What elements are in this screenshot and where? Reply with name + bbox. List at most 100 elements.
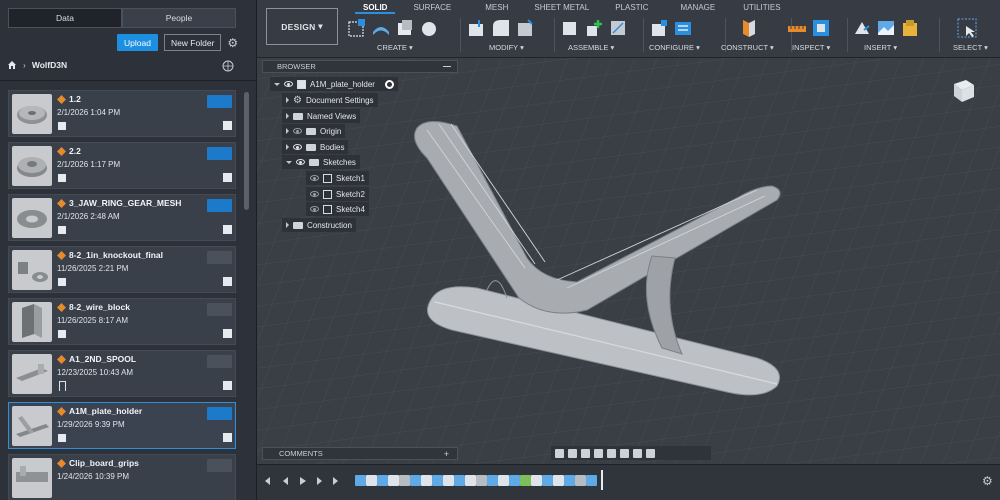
browser-item-origin[interactable]: Origin <box>282 124 346 138</box>
expand-arrow-icon[interactable] <box>286 97 289 103</box>
view-cube[interactable] <box>950 76 978 104</box>
insert-menu-label[interactable]: INSERT ▾ <box>864 43 897 52</box>
look-at-icon[interactable] <box>568 448 577 458</box>
file-menu-button[interactable] <box>223 225 232 234</box>
group-inspect[interactable]: INSPECT ▾ <box>787 14 849 58</box>
home-icon[interactable] <box>7 60 17 70</box>
timeline-feature-icon[interactable] <box>575 475 586 486</box>
breadcrumb-project[interactable]: WolfD3N <box>32 60 67 70</box>
visibility-eye-icon[interactable] <box>284 81 293 87</box>
hidden-eye-icon[interactable] <box>310 191 319 197</box>
expand-arrow-icon[interactable] <box>286 144 289 150</box>
as-built-joint-icon[interactable] <box>608 18 628 38</box>
timeline-feature-icon[interactable] <box>487 475 498 486</box>
browser-item-construction[interactable]: Construction <box>282 218 356 232</box>
timeline-feature-icon[interactable] <box>355 475 366 486</box>
modify-menu-label[interactable]: MODIFY ▾ <box>489 43 524 52</box>
timeline-settings-icon[interactable]: ⚙ <box>982 474 993 488</box>
timeline-marker[interactable] <box>601 470 603 490</box>
timeline-feature-icon[interactable] <box>454 475 465 486</box>
version-badge[interactable] <box>207 95 232 108</box>
inspect-menu-label[interactable]: INSPECT ▾ <box>792 43 830 52</box>
file-card[interactable]: 2.2 2/1/2026 1:17 PM <box>8 142 236 189</box>
browser-item-named-views[interactable]: Named Views <box>282 109 361 123</box>
activate-radio-icon[interactable] <box>384 79 394 89</box>
new-component-icon[interactable] <box>560 18 580 38</box>
group-create[interactable]: CREATE ▾ <box>347 14 457 58</box>
go-to-start-icon[interactable] <box>265 477 270 485</box>
file-card[interactable]: A1_2ND_SPOOL 12/23/2025 10:43 AM <box>8 350 236 397</box>
timeline-feature-icon[interactable] <box>421 475 432 486</box>
tab-data[interactable]: Data <box>8 8 122 28</box>
assemble-menu-label[interactable]: ASSEMBLE ▾ <box>568 43 614 52</box>
mcmaster-icon[interactable] <box>900 18 920 38</box>
measure-icon[interactable] <box>787 18 807 38</box>
tab-utilities[interactable]: UTILITIES <box>735 3 788 14</box>
group-construct[interactable]: CONSTRUCT ▾ <box>721 14 795 58</box>
configure-table-icon[interactable] <box>649 18 669 38</box>
timeline-feature-icon[interactable] <box>586 475 597 486</box>
add-comment-icon[interactable]: + <box>444 449 449 459</box>
browser-root[interactable]: A1M_plate_holder <box>270 77 398 91</box>
step-back-icon[interactable] <box>283 477 288 485</box>
version-badge[interactable] <box>207 199 232 212</box>
group-modify[interactable]: MODIFY ▾ <box>467 14 552 58</box>
tab-people[interactable]: People <box>122 8 236 28</box>
workspace-switcher[interactable]: DESIGN ▾ <box>266 8 338 45</box>
version-badge[interactable] <box>207 407 232 420</box>
tab-solid[interactable]: SOLID <box>355 3 396 14</box>
file-menu-button[interactable] <box>223 173 232 182</box>
version-badge[interactable] <box>207 355 232 368</box>
file-menu-button[interactable] <box>223 329 232 338</box>
fillet-icon[interactable] <box>491 18 511 38</box>
orbit-icon[interactable] <box>555 448 564 458</box>
create-menu-label[interactable]: CREATE ▾ <box>377 43 413 52</box>
shell-icon[interactable] <box>515 18 535 38</box>
new-folder-button[interactable]: New Folder <box>163 34 222 51</box>
extrude-icon[interactable] <box>371 18 391 38</box>
comments-panel-header[interactable]: COMMENTS + <box>262 447 458 460</box>
configure-rule-icon[interactable] <box>673 18 693 38</box>
insert-derive-icon[interactable] <box>852 18 872 38</box>
group-select[interactable]: SELECT ▾ <box>945 14 993 58</box>
file-card[interactable]: Clip_board_grips 1/24/2026 10:39 PM <box>8 454 236 500</box>
display-settings-icon[interactable] <box>620 448 629 458</box>
visibility-eye-icon[interactable] <box>293 144 302 150</box>
pan-hand-icon[interactable] <box>581 448 590 458</box>
browser-item-sketch4[interactable]: Sketch4 <box>306 202 369 216</box>
collapse-arrow-icon[interactable] <box>274 82 280 86</box>
timeline-feature-icon[interactable] <box>531 475 542 486</box>
timeline-feature-icon[interactable] <box>564 475 575 486</box>
gear-icon[interactable]: ⚙ <box>227 37 239 49</box>
file-menu-button[interactable] <box>223 277 232 286</box>
version-badge[interactable] <box>207 147 232 160</box>
expand-arrow-icon[interactable] <box>286 222 289 228</box>
timeline-feature-icon[interactable] <box>542 475 553 486</box>
insert-canvas-icon[interactable] <box>876 18 896 38</box>
press-pull-icon[interactable] <box>467 18 487 38</box>
timeline-feature-icon[interactable] <box>410 475 421 486</box>
select-menu-label[interactable]: SELECT ▾ <box>953 43 988 52</box>
expand-arrow-icon[interactable] <box>286 128 289 134</box>
viewports-icon[interactable] <box>646 448 655 458</box>
tab-manage[interactable]: MANAGE <box>673 3 724 14</box>
hidden-eye-icon[interactable] <box>293 128 302 134</box>
collapse-arrow-icon[interactable] <box>286 160 292 164</box>
go-to-end-icon[interactable] <box>333 477 338 485</box>
version-badge[interactable] <box>207 251 232 264</box>
interference-icon[interactable] <box>811 18 831 38</box>
tab-mesh[interactable]: MESH <box>477 3 516 14</box>
timeline-feature-icon[interactable] <box>498 475 509 486</box>
timeline-feature-icon[interactable] <box>377 475 388 486</box>
timeline-feature-icon[interactable] <box>388 475 399 486</box>
visibility-eye-icon[interactable] <box>296 159 305 165</box>
hidden-eye-icon[interactable] <box>310 175 319 181</box>
file-menu-button[interactable] <box>223 121 232 130</box>
3d-viewport[interactable] <box>257 58 1000 464</box>
grid-settings-icon[interactable] <box>633 448 642 458</box>
tab-plastic[interactable]: PLASTIC <box>607 3 656 14</box>
collapse-icon[interactable] <box>443 66 451 67</box>
step-forward-icon[interactable] <box>317 477 322 485</box>
browser-item-document-settings[interactable]: ⚙ Document Settings <box>282 93 378 107</box>
file-card[interactable]: 8-2_1in_knockout_final 11/26/2025 2:21 P… <box>8 246 236 293</box>
